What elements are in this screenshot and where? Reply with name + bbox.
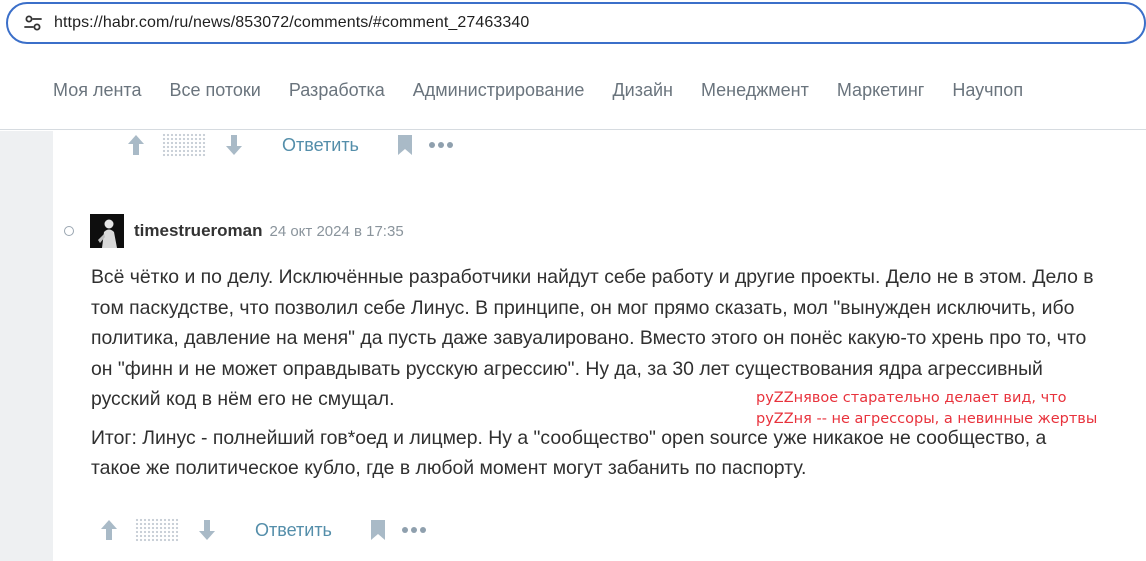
comment-header: timestrueroman 24 окт 2024 в 17:35 xyxy=(64,214,404,248)
red-annotation: руZZнявое старательно делает вид, что ру… xyxy=(756,388,1097,430)
reply-button[interactable]: Ответить xyxy=(255,520,332,541)
prev-comment-actions: Ответить xyxy=(124,131,456,159)
rating-placeholder xyxy=(162,133,206,157)
comment-author[interactable]: timestrueroman xyxy=(134,221,262,241)
upvote-arrow-icon[interactable] xyxy=(124,133,148,157)
downvote-arrow-icon[interactable] xyxy=(222,133,246,157)
more-options-icon[interactable] xyxy=(401,527,429,533)
comment-actions: Ответить xyxy=(97,516,429,544)
nav-item-management[interactable]: Менеджмент xyxy=(701,80,809,101)
annotation-line: руZZнявое старательно делает вид, что xyxy=(756,390,1067,406)
nav-item-all-streams[interactable]: Все потоки xyxy=(169,80,260,101)
nav-item-popsci[interactable]: Научпоп xyxy=(952,80,1023,101)
nav-item-marketing[interactable]: Маркетинг xyxy=(837,80,925,101)
tune-icon[interactable] xyxy=(18,11,48,35)
address-bar[interactable]: https://habr.com/ru/news/853072/comments… xyxy=(6,2,1146,44)
nav-item-my-feed[interactable]: Моя лента xyxy=(53,80,141,101)
browser-toolbar: https://habr.com/ru/news/853072/comments… xyxy=(0,0,1146,48)
bookmark-icon[interactable] xyxy=(368,519,388,541)
comment-paragraph: Итог: Линус - полнейший гов*оед и лицмер… xyxy=(91,426,1047,480)
hub-navigation: Моя лента Все потоки Разработка Админист… xyxy=(0,52,1146,130)
annotation-line: руZZня -- не агрессоры, а невинные жертв… xyxy=(756,411,1098,427)
avatar[interactable] xyxy=(90,214,124,248)
upvote-arrow-icon[interactable] xyxy=(97,518,121,542)
nav-item-design[interactable]: Дизайн xyxy=(612,80,673,101)
nav-item-administration[interactable]: Администрирование xyxy=(413,80,585,101)
more-options-icon[interactable] xyxy=(428,142,456,148)
comment-body: Всё чётко и по делу. Исключённые разрабо… xyxy=(91,262,1101,484)
downvote-arrow-icon[interactable] xyxy=(195,518,219,542)
comment-bullet-icon xyxy=(64,226,74,236)
reply-button[interactable]: Ответить xyxy=(282,135,359,156)
rating-placeholder xyxy=(135,518,179,542)
url-text[interactable]: https://habr.com/ru/news/853072/comments… xyxy=(54,14,529,32)
nav-item-development[interactable]: Разработка xyxy=(289,80,385,101)
comment-timestamp[interactable]: 24 окт 2024 в 17:35 xyxy=(269,223,403,240)
bookmark-icon[interactable] xyxy=(395,134,415,156)
